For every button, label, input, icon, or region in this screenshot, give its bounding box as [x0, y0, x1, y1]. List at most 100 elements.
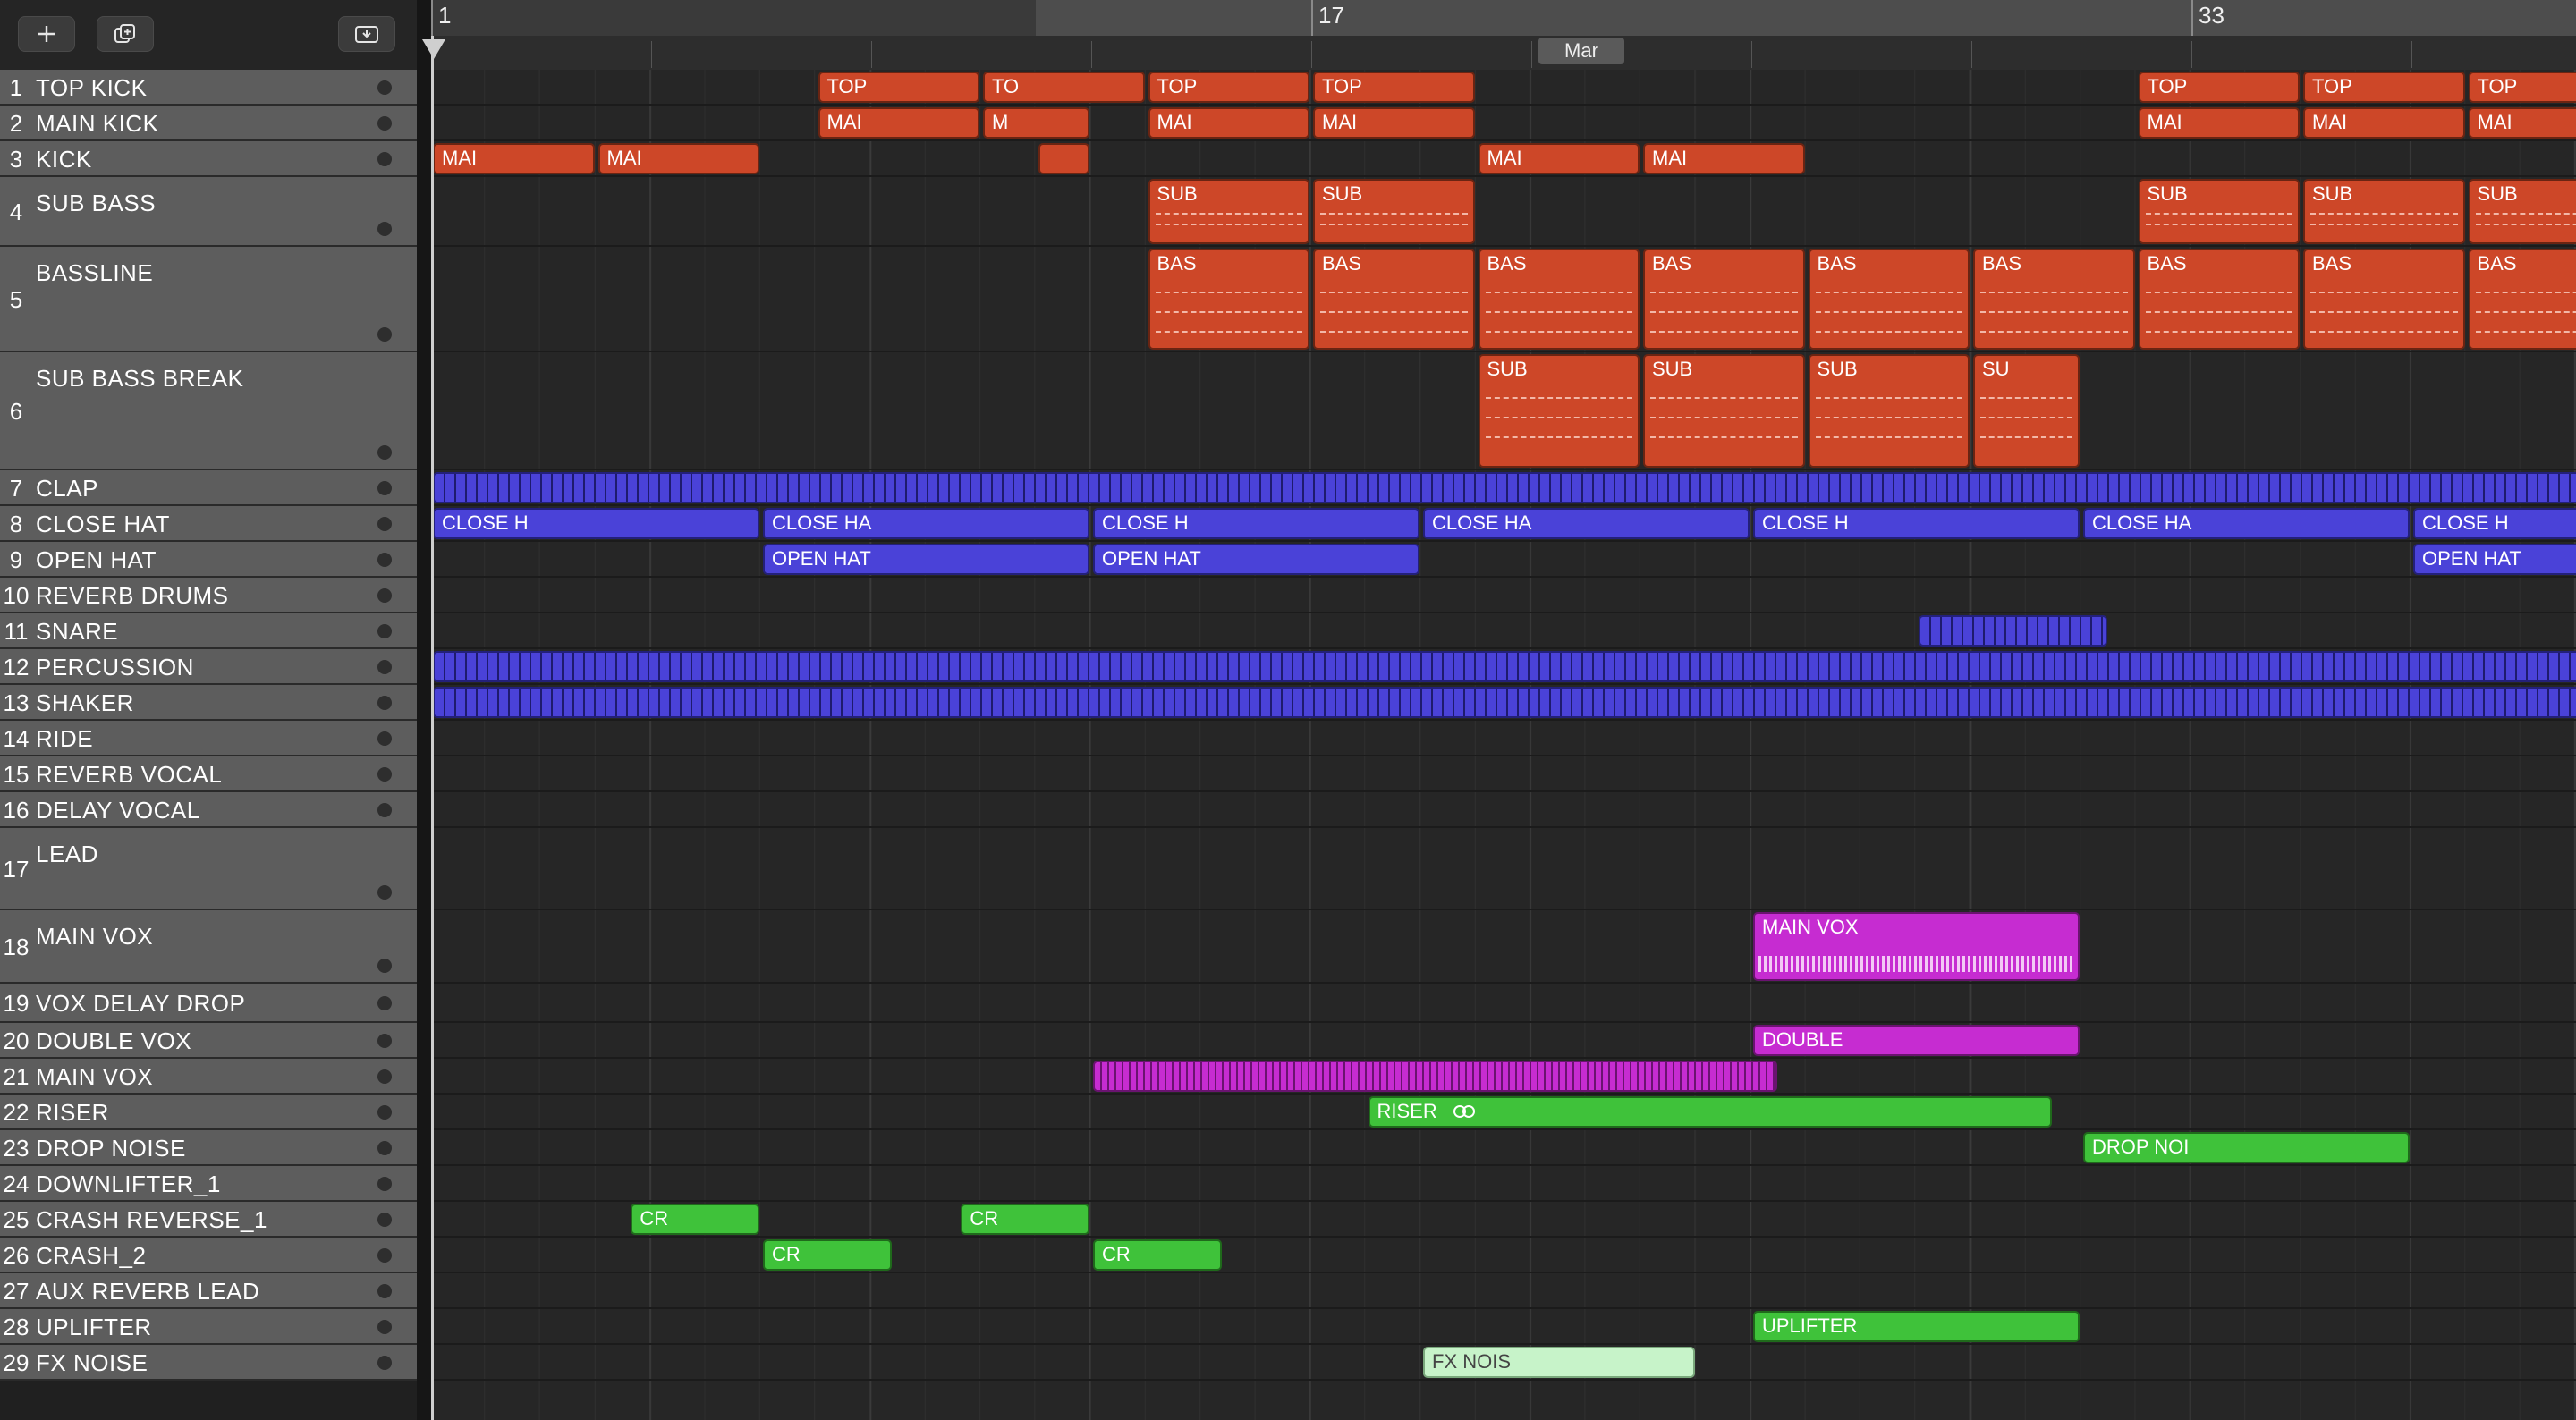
track-header-row[interactable]: 29 FX NOISE — [0, 1345, 417, 1381]
track-activity-dot-icon[interactable] — [377, 1213, 392, 1227]
track-lane[interactable] — [431, 984, 2576, 1023]
region[interactable]: MAI — [1643, 143, 1805, 174]
track-activity-dot-icon[interactable] — [377, 696, 392, 710]
track-name[interactable]: CRASH REVERSE_1 — [36, 1206, 267, 1234]
region[interactable]: TOP — [2138, 72, 2300, 103]
track-activity-dot-icon[interactable] — [377, 481, 392, 495]
track-activity-dot-icon[interactable] — [377, 1034, 392, 1048]
region[interactable]: CLOSE HA — [1423, 508, 1750, 539]
track-header-row[interactable]: 3 KICK — [0, 141, 417, 177]
region[interactable]: CR — [1093, 1239, 1222, 1271]
track-name[interactable]: MAIN VOX — [36, 1063, 153, 1091]
track-header-row[interactable]: 22 RISER — [0, 1095, 417, 1130]
region[interactable]: SUB — [1478, 354, 1640, 468]
region[interactable] — [1038, 143, 1089, 174]
track-activity-dot-icon[interactable] — [377, 1177, 392, 1191]
arrange-area[interactable]: TOPTOTOPTOPTOPTOPTOPTOPTOPTOPTOPTOPTOPTO… — [431, 70, 2576, 1420]
track-header-row[interactable]: 27 AUX REVERB LEAD — [0, 1273, 417, 1309]
track-lane[interactable] — [431, 1273, 2576, 1309]
track-header-row[interactable]: 24 DOWNLIFTER_1 — [0, 1166, 417, 1202]
track-header-row[interactable]: 28 UPLIFTER — [0, 1309, 417, 1345]
track-activity-dot-icon[interactable] — [377, 1284, 392, 1298]
region[interactable]: SUB — [1643, 354, 1805, 468]
track-name[interactable]: VOX DELAY DROP — [36, 990, 245, 1018]
region[interactable]: BAS — [1148, 249, 1309, 350]
track-header-row[interactable]: 14 RIDE — [0, 721, 417, 756]
track-header-row[interactable]: 15 REVERB VOCAL — [0, 756, 417, 792]
region[interactable]: CLOSE H — [1093, 508, 1419, 539]
track-activity-dot-icon[interactable] — [377, 959, 392, 973]
track-activity-dot-icon[interactable] — [377, 885, 392, 900]
region[interactable]: MAIN VOX — [1753, 912, 2080, 981]
region[interactable]: CLOSE HA — [763, 508, 1089, 539]
track-name[interactable]: RIDE — [36, 725, 93, 753]
track-name[interactable]: REVERB VOCAL — [36, 761, 222, 789]
region[interactable]: SUB — [2303, 179, 2465, 244]
track-lane[interactable] — [431, 1238, 2576, 1273]
region[interactable]: BAS — [2138, 249, 2300, 350]
region[interactable]: MAI — [1478, 143, 1640, 174]
track-activity-dot-icon[interactable] — [377, 803, 392, 817]
region[interactable]: RISER — [1368, 1096, 2053, 1128]
track-header-row[interactable]: 23 DROP NOISE — [0, 1130, 417, 1166]
track-header-row[interactable]: 26 CRASH_2 — [0, 1238, 417, 1273]
track-name[interactable]: BASSLINE — [36, 259, 153, 287]
track-lane[interactable] — [431, 721, 2576, 756]
track-name[interactable]: SUB BASS BREAK — [36, 365, 243, 393]
track-header-row[interactable]: 19 VOX DELAY DROP — [0, 984, 417, 1023]
region[interactable]: DROP NOI — [2083, 1132, 2410, 1163]
region[interactable]: OPEN HAT — [1093, 544, 1419, 575]
region[interactable]: SU — [1973, 354, 2080, 468]
track-header-row[interactable]: 1 TOP KICK — [0, 70, 417, 106]
track-name[interactable]: UPLIFTER — [36, 1314, 152, 1341]
track-lane[interactable] — [431, 542, 2576, 578]
track-name[interactable]: MAIN VOX — [36, 923, 153, 951]
track-lane[interactable] — [431, 1023, 2576, 1059]
track-name[interactable]: TOP KICK — [36, 74, 147, 102]
catch-playhead-button[interactable] — [338, 16, 395, 52]
track-activity-dot-icon[interactable] — [377, 624, 392, 638]
track-header-row[interactable]: 17 LEAD — [0, 828, 417, 910]
playhead-handle[interactable] — [422, 39, 445, 59]
track-header-row[interactable]: 20 DOUBLE VOX — [0, 1023, 417, 1059]
track-name[interactable]: KICK — [36, 146, 92, 173]
track-name[interactable]: DELAY VOCAL — [36, 797, 200, 824]
track-activity-dot-icon[interactable] — [377, 1248, 392, 1263]
track-activity-dot-icon[interactable] — [377, 1320, 392, 1334]
track-activity-dot-icon[interactable] — [377, 445, 392, 460]
region[interactable]: SUB — [2138, 179, 2300, 244]
region[interactable]: CR — [961, 1204, 1089, 1235]
region[interactable]: TOP — [1313, 72, 1475, 103]
region[interactable]: MAI — [597, 143, 759, 174]
region[interactable]: BAS — [1973, 249, 2135, 350]
track-activity-dot-icon[interactable] — [377, 1069, 392, 1084]
track-lane[interactable] — [431, 756, 2576, 792]
region[interactable]: MAI — [818, 107, 979, 139]
track-name[interactable]: OPEN HAT — [36, 546, 157, 574]
track-activity-dot-icon[interactable] — [377, 222, 392, 236]
region[interactable]: MAI — [1313, 107, 1475, 139]
track-header-row[interactable]: 11 SNARE — [0, 613, 417, 649]
track-header-row[interactable]: 6 SUB BASS BREAK — [0, 352, 417, 470]
marker-label[interactable]: Mar — [1538, 38, 1624, 64]
track-lane[interactable] — [431, 578, 2576, 613]
region[interactable]: BAS — [1643, 249, 1805, 350]
track-header-row[interactable]: 9 OPEN HAT — [0, 542, 417, 578]
region[interactable]: DOUBLE — [1753, 1025, 2080, 1056]
track-header-row[interactable]: 18 MAIN VOX — [0, 910, 417, 984]
region[interactable]: CR — [631, 1204, 759, 1235]
track-lane[interactable] — [431, 792, 2576, 828]
region[interactable] — [433, 472, 2576, 503]
track-header-row[interactable]: 2 MAIN KICK — [0, 106, 417, 141]
track-name[interactable]: LEAD — [36, 841, 98, 868]
region[interactable]: BAS — [1478, 249, 1640, 350]
track-name[interactable]: SHAKER — [36, 689, 134, 717]
track-name[interactable]: PERCUSSION — [36, 654, 194, 681]
region[interactable]: MAI — [1148, 107, 1309, 139]
track-name[interactable]: CLAP — [36, 475, 98, 503]
region[interactable]: BAS — [2468, 249, 2576, 350]
ruler-cycle-area-active[interactable] — [1036, 0, 2576, 36]
region[interactable]: MAI — [433, 143, 595, 174]
region[interactable]: TOP — [818, 72, 979, 103]
track-activity-dot-icon[interactable] — [377, 660, 392, 674]
